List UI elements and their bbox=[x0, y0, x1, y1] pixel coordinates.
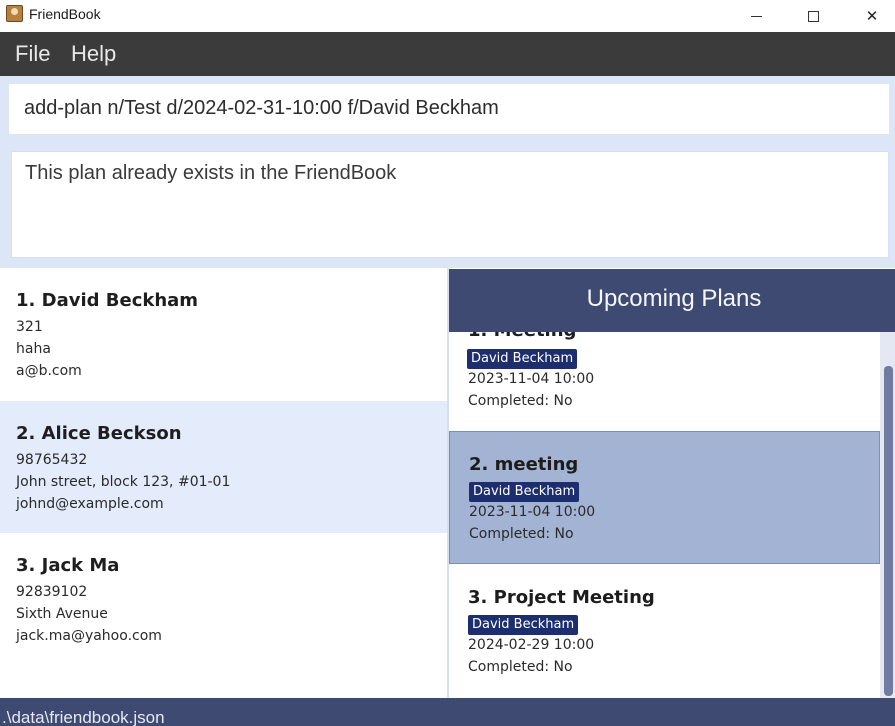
menu-help[interactable]: Help bbox=[71, 41, 116, 67]
person-email: johnd@example.com bbox=[16, 496, 164, 512]
plans-scrollbar-thumb[interactable] bbox=[884, 366, 893, 696]
plan-friend-tag: David Beckham bbox=[468, 615, 579, 635]
plan-status: Completed: No bbox=[469, 526, 574, 542]
person-address: Sixth Avenue bbox=[16, 606, 108, 622]
plan-card[interactable]: 3. Project Meeting David Beckham 2024-02… bbox=[449, 564, 880, 698]
menu-bar: File Help bbox=[0, 32, 895, 76]
maximize-icon bbox=[807, 10, 819, 22]
minimize-button[interactable] bbox=[733, 0, 779, 32]
command-input[interactable]: add-plan n/Test d/2024-02-31-10:00 f/Dav… bbox=[9, 84, 889, 134]
person-phone: 92839102 bbox=[16, 584, 88, 600]
close-icon: ✕ bbox=[865, 7, 879, 25]
plan-datetime: 2024-02-29 10:00 bbox=[468, 637, 595, 653]
person-card[interactable]: 1. David Beckham 321 haha a@b.com bbox=[0, 268, 448, 400]
plan-list[interactable]: 1. Meeting David Beckham 2023-11-04 10:0… bbox=[449, 332, 880, 698]
command-area: add-plan n/Test d/2024-02-31-10:00 f/Dav… bbox=[0, 76, 895, 268]
plan-card[interactable]: 2. meeting David Beckham 2023-11-04 10:0… bbox=[449, 431, 880, 564]
result-display[interactable]: This plan already exists in the FriendBo… bbox=[11, 151, 889, 258]
close-button[interactable]: ✕ bbox=[849, 0, 895, 32]
save-file-path: .\data\friendbook.json bbox=[2, 708, 165, 726]
plan-card[interactable]: 1. Meeting David Beckham 2023-11-04 10:0… bbox=[449, 332, 880, 431]
plan-title: 2. meeting bbox=[469, 454, 579, 475]
person-card[interactable]: 3. Jack Ma 92839102 Sixth Avenue jack.ma… bbox=[0, 533, 448, 665]
app-icon bbox=[6, 5, 23, 22]
title-bar: FriendBook ✕ bbox=[0, 0, 895, 32]
result-message: This plan already exists in the FriendBo… bbox=[25, 162, 397, 184]
menu-file[interactable]: File bbox=[15, 41, 50, 67]
plan-datetime: 2023-11-04 10:00 bbox=[468, 371, 595, 387]
person-name: 1. David Beckham bbox=[16, 290, 199, 311]
minimize-icon bbox=[750, 15, 762, 17]
person-email: a@b.com bbox=[16, 363, 82, 379]
plans-panel-title: Upcoming Plans bbox=[586, 285, 762, 312]
plan-status: Completed: No bbox=[468, 393, 573, 409]
plan-title: 1. Meeting bbox=[468, 332, 576, 341]
person-phone: 321 bbox=[16, 319, 43, 335]
plan-status: Completed: No bbox=[468, 659, 573, 675]
plan-friend-tag: David Beckham bbox=[467, 349, 578, 369]
status-bar: .\data\friendbook.json bbox=[0, 698, 895, 726]
person-address: haha bbox=[16, 341, 51, 357]
command-input-value: add-plan n/Test d/2024-02-31-10:00 f/Dav… bbox=[24, 97, 499, 119]
person-address: John street, block 123, #01-01 bbox=[16, 474, 231, 490]
person-phone: 98765432 bbox=[16, 452, 88, 468]
person-list[interactable]: 1. David Beckham 321 haha a@b.com 2. Ali… bbox=[0, 268, 448, 698]
plans-header: Upcoming Plans bbox=[449, 269, 895, 332]
person-name: 2. Alice Beckson bbox=[16, 423, 182, 444]
person-card[interactable]: 2. Alice Beckson 98765432 John street, b… bbox=[0, 401, 448, 533]
window-title: FriendBook bbox=[29, 6, 101, 22]
plan-friend-tag: David Beckham bbox=[469, 482, 580, 502]
person-name: 3. Jack Ma bbox=[16, 555, 120, 576]
person-email: jack.ma@yahoo.com bbox=[16, 628, 162, 644]
plan-datetime: 2023-11-04 10:00 bbox=[469, 504, 596, 520]
maximize-button[interactable] bbox=[790, 0, 836, 32]
plan-title: 3. Project Meeting bbox=[468, 587, 655, 608]
